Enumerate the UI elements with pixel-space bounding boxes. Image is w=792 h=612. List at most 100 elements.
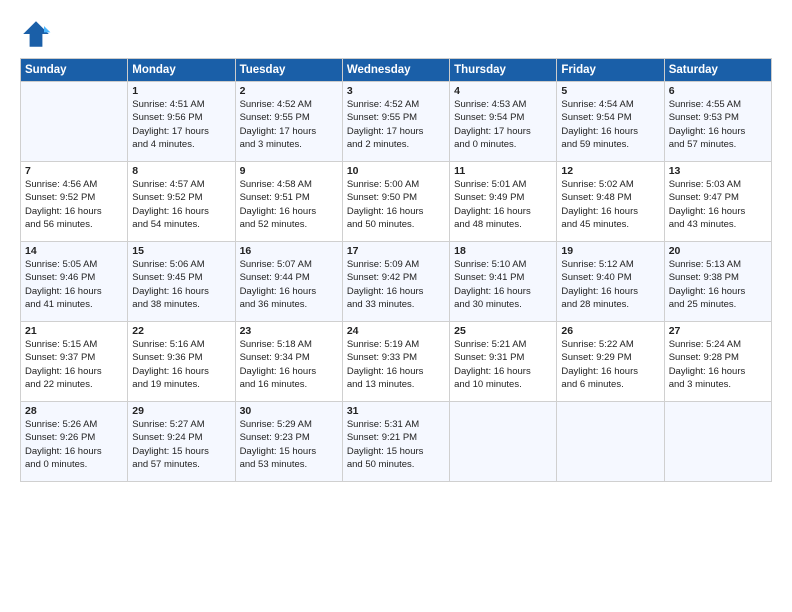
cell-content: Sunrise: 5:02 AM Sunset: 9:48 PM Dayligh… — [561, 178, 659, 231]
cell-content: Sunrise: 5:05 AM Sunset: 9:46 PM Dayligh… — [25, 258, 123, 311]
cell-content: Sunrise: 5:00 AM Sunset: 9:50 PM Dayligh… — [347, 178, 445, 231]
cell-content: Sunrise: 4:53 AM Sunset: 9:54 PM Dayligh… — [454, 98, 552, 151]
cell-content: Sunrise: 5:12 AM Sunset: 9:40 PM Dayligh… — [561, 258, 659, 311]
header — [20, 18, 772, 50]
cell-content: Sunrise: 4:55 AM Sunset: 9:53 PM Dayligh… — [669, 98, 767, 151]
calendar-cell: 30Sunrise: 5:29 AM Sunset: 9:23 PM Dayli… — [235, 402, 342, 482]
cell-content: Sunrise: 5:03 AM Sunset: 9:47 PM Dayligh… — [669, 178, 767, 231]
day-number: 22 — [132, 325, 230, 337]
cell-content: Sunrise: 5:10 AM Sunset: 9:41 PM Dayligh… — [454, 258, 552, 311]
calendar-cell: 24Sunrise: 5:19 AM Sunset: 9:33 PM Dayli… — [342, 322, 449, 402]
cell-content: Sunrise: 4:57 AM Sunset: 9:52 PM Dayligh… — [132, 178, 230, 231]
calendar-cell: 11Sunrise: 5:01 AM Sunset: 9:49 PM Dayli… — [450, 162, 557, 242]
col-header-wednesday: Wednesday — [342, 59, 449, 82]
cell-content: Sunrise: 5:26 AM Sunset: 9:26 PM Dayligh… — [25, 418, 123, 471]
calendar-cell: 7Sunrise: 4:56 AM Sunset: 9:52 PM Daylig… — [21, 162, 128, 242]
day-number: 2 — [240, 85, 338, 97]
calendar-cell: 14Sunrise: 5:05 AM Sunset: 9:46 PM Dayli… — [21, 242, 128, 322]
calendar-cell: 15Sunrise: 5:06 AM Sunset: 9:45 PM Dayli… — [128, 242, 235, 322]
calendar-cell: 23Sunrise: 5:18 AM Sunset: 9:34 PM Dayli… — [235, 322, 342, 402]
cell-content: Sunrise: 4:51 AM Sunset: 9:56 PM Dayligh… — [132, 98, 230, 151]
day-number: 26 — [561, 325, 659, 337]
day-number: 29 — [132, 405, 230, 417]
calendar-cell: 6Sunrise: 4:55 AM Sunset: 9:53 PM Daylig… — [664, 82, 771, 162]
calendar-cell: 4Sunrise: 4:53 AM Sunset: 9:54 PM Daylig… — [450, 82, 557, 162]
day-number: 24 — [347, 325, 445, 337]
calendar-cell: 2Sunrise: 4:52 AM Sunset: 9:55 PM Daylig… — [235, 82, 342, 162]
calendar-cell — [557, 402, 664, 482]
cell-content: Sunrise: 5:22 AM Sunset: 9:29 PM Dayligh… — [561, 338, 659, 391]
day-number: 7 — [25, 165, 123, 177]
logo-icon — [20, 18, 52, 50]
cell-content: Sunrise: 5:18 AM Sunset: 9:34 PM Dayligh… — [240, 338, 338, 391]
day-number: 11 — [454, 165, 552, 177]
cell-content: Sunrise: 4:52 AM Sunset: 9:55 PM Dayligh… — [240, 98, 338, 151]
day-number: 10 — [347, 165, 445, 177]
day-number: 17 — [347, 245, 445, 257]
col-header-monday: Monday — [128, 59, 235, 82]
day-number: 5 — [561, 85, 659, 97]
calendar-cell: 16Sunrise: 5:07 AM Sunset: 9:44 PM Dayli… — [235, 242, 342, 322]
calendar-cell: 29Sunrise: 5:27 AM Sunset: 9:24 PM Dayli… — [128, 402, 235, 482]
week-row-3: 14Sunrise: 5:05 AM Sunset: 9:46 PM Dayli… — [21, 242, 772, 322]
calendar-cell: 17Sunrise: 5:09 AM Sunset: 9:42 PM Dayli… — [342, 242, 449, 322]
cell-content: Sunrise: 5:09 AM Sunset: 9:42 PM Dayligh… — [347, 258, 445, 311]
calendar-cell: 5Sunrise: 4:54 AM Sunset: 9:54 PM Daylig… — [557, 82, 664, 162]
col-header-sunday: Sunday — [21, 59, 128, 82]
cell-content: Sunrise: 4:52 AM Sunset: 9:55 PM Dayligh… — [347, 98, 445, 151]
cell-content: Sunrise: 5:29 AM Sunset: 9:23 PM Dayligh… — [240, 418, 338, 471]
day-number: 21 — [25, 325, 123, 337]
cell-content: Sunrise: 5:13 AM Sunset: 9:38 PM Dayligh… — [669, 258, 767, 311]
calendar-cell: 10Sunrise: 5:00 AM Sunset: 9:50 PM Dayli… — [342, 162, 449, 242]
cell-content: Sunrise: 5:15 AM Sunset: 9:37 PM Dayligh… — [25, 338, 123, 391]
cell-content: Sunrise: 5:07 AM Sunset: 9:44 PM Dayligh… — [240, 258, 338, 311]
calendar-cell — [664, 402, 771, 482]
day-number: 31 — [347, 405, 445, 417]
day-number: 15 — [132, 245, 230, 257]
week-row-5: 28Sunrise: 5:26 AM Sunset: 9:26 PM Dayli… — [21, 402, 772, 482]
day-number: 18 — [454, 245, 552, 257]
week-row-2: 7Sunrise: 4:56 AM Sunset: 9:52 PM Daylig… — [21, 162, 772, 242]
day-number: 14 — [25, 245, 123, 257]
calendar-cell: 21Sunrise: 5:15 AM Sunset: 9:37 PM Dayli… — [21, 322, 128, 402]
day-number: 25 — [454, 325, 552, 337]
cell-content: Sunrise: 5:24 AM Sunset: 9:28 PM Dayligh… — [669, 338, 767, 391]
cell-content: Sunrise: 5:01 AM Sunset: 9:49 PM Dayligh… — [454, 178, 552, 231]
day-number: 8 — [132, 165, 230, 177]
day-number: 6 — [669, 85, 767, 97]
col-header-tuesday: Tuesday — [235, 59, 342, 82]
cell-content: Sunrise: 4:56 AM Sunset: 9:52 PM Dayligh… — [25, 178, 123, 231]
col-header-thursday: Thursday — [450, 59, 557, 82]
calendar-cell: 9Sunrise: 4:58 AM Sunset: 9:51 PM Daylig… — [235, 162, 342, 242]
day-number: 28 — [25, 405, 123, 417]
calendar-cell: 3Sunrise: 4:52 AM Sunset: 9:55 PM Daylig… — [342, 82, 449, 162]
day-number: 23 — [240, 325, 338, 337]
day-number: 9 — [240, 165, 338, 177]
day-number: 27 — [669, 325, 767, 337]
cell-content: Sunrise: 4:58 AM Sunset: 9:51 PM Dayligh… — [240, 178, 338, 231]
day-number: 19 — [561, 245, 659, 257]
week-row-4: 21Sunrise: 5:15 AM Sunset: 9:37 PM Dayli… — [21, 322, 772, 402]
calendar-cell: 13Sunrise: 5:03 AM Sunset: 9:47 PM Dayli… — [664, 162, 771, 242]
calendar-cell: 26Sunrise: 5:22 AM Sunset: 9:29 PM Dayli… — [557, 322, 664, 402]
week-row-1: 1Sunrise: 4:51 AM Sunset: 9:56 PM Daylig… — [21, 82, 772, 162]
day-number: 4 — [454, 85, 552, 97]
calendar-cell: 8Sunrise: 4:57 AM Sunset: 9:52 PM Daylig… — [128, 162, 235, 242]
cell-content: Sunrise: 4:54 AM Sunset: 9:54 PM Dayligh… — [561, 98, 659, 151]
calendar-cell: 19Sunrise: 5:12 AM Sunset: 9:40 PM Dayli… — [557, 242, 664, 322]
cell-content: Sunrise: 5:27 AM Sunset: 9:24 PM Dayligh… — [132, 418, 230, 471]
calendar-cell — [21, 82, 128, 162]
day-number: 16 — [240, 245, 338, 257]
col-header-saturday: Saturday — [664, 59, 771, 82]
calendar-table: SundayMondayTuesdayWednesdayThursdayFrid… — [20, 58, 772, 482]
day-number: 30 — [240, 405, 338, 417]
cell-content: Sunrise: 5:19 AM Sunset: 9:33 PM Dayligh… — [347, 338, 445, 391]
day-number: 1 — [132, 85, 230, 97]
page: SundayMondayTuesdayWednesdayThursdayFrid… — [0, 0, 792, 612]
cell-content: Sunrise: 5:31 AM Sunset: 9:21 PM Dayligh… — [347, 418, 445, 471]
header-row: SundayMondayTuesdayWednesdayThursdayFrid… — [21, 59, 772, 82]
cell-content: Sunrise: 5:06 AM Sunset: 9:45 PM Dayligh… — [132, 258, 230, 311]
calendar-cell: 28Sunrise: 5:26 AM Sunset: 9:26 PM Dayli… — [21, 402, 128, 482]
day-number: 12 — [561, 165, 659, 177]
cell-content: Sunrise: 5:21 AM Sunset: 9:31 PM Dayligh… — [454, 338, 552, 391]
